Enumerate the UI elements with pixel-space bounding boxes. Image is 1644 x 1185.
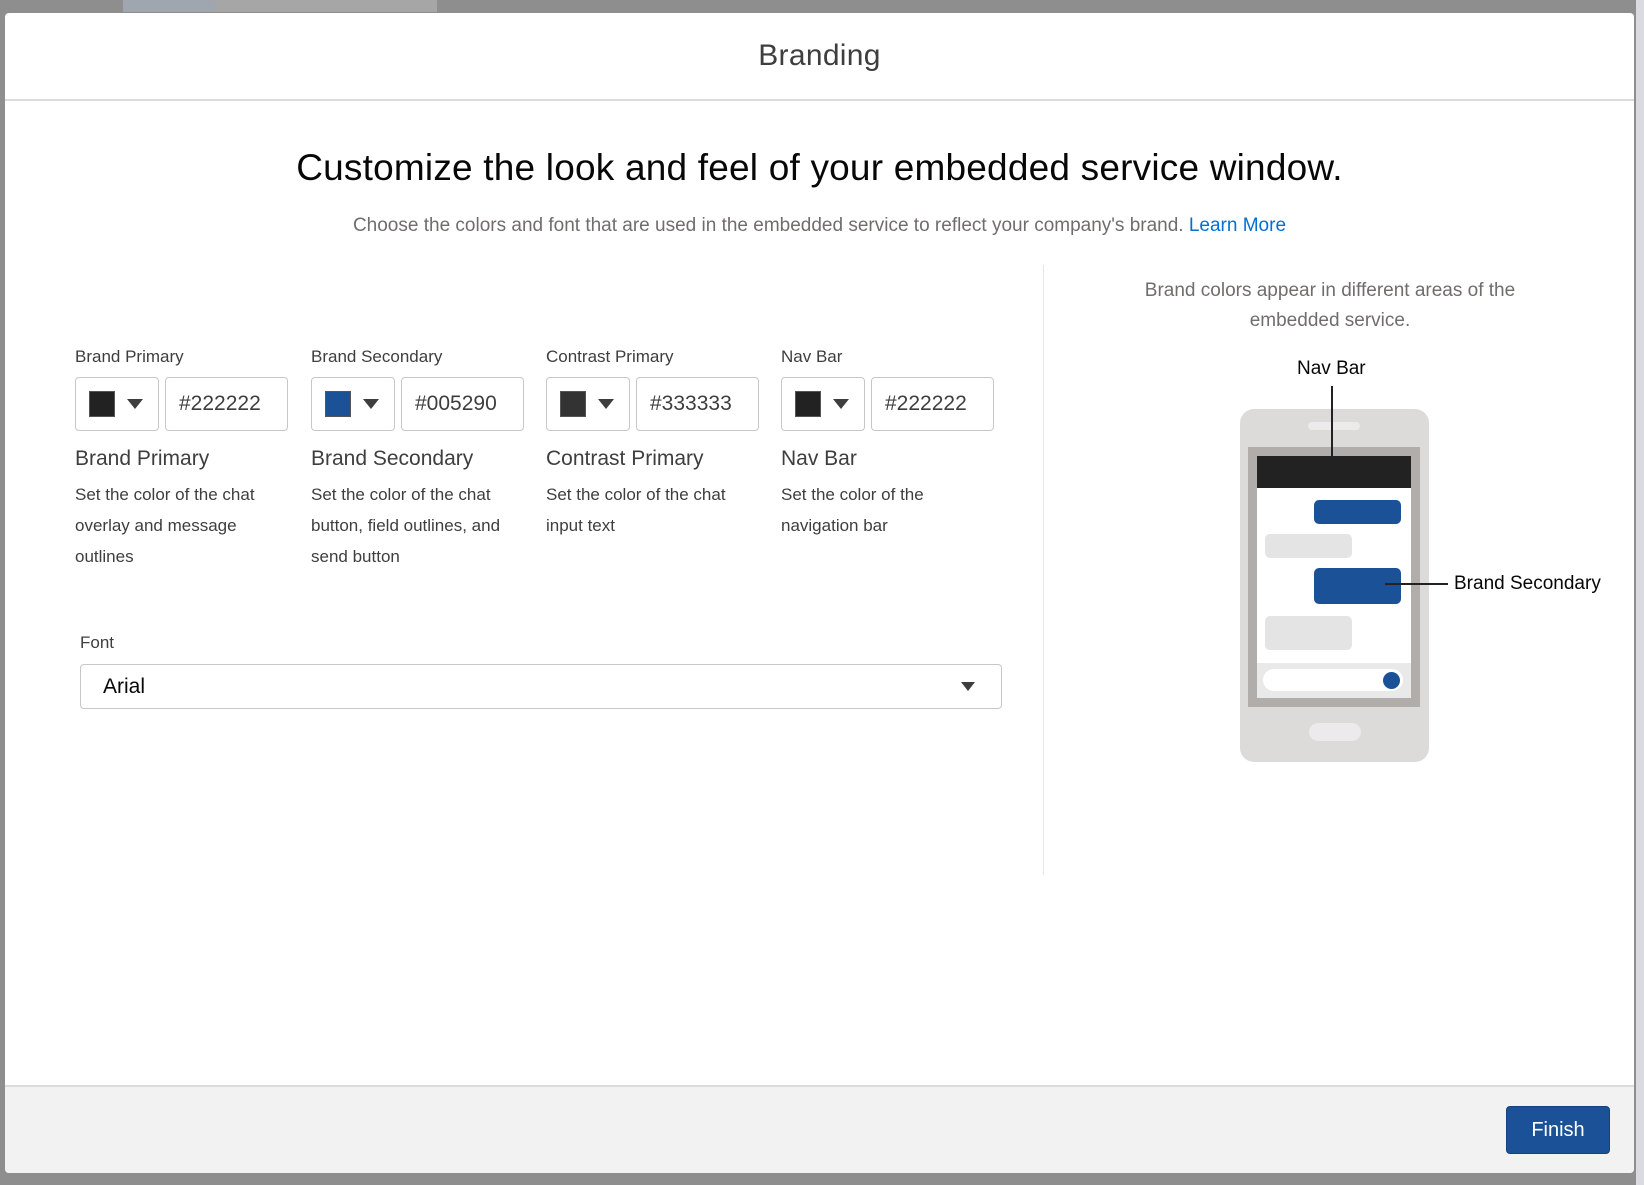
brand-primary-color-picker-button[interactable] (75, 377, 159, 431)
brand-primary-hex-input[interactable] (165, 377, 288, 431)
callout-line-brand-secondary (1385, 583, 1448, 585)
contrast-primary-label: Contrast Primary (546, 347, 674, 366)
font-select-value: Arial (103, 674, 146, 698)
nav-bar-description: Set the color of the navigation bar (781, 485, 924, 535)
preview-incoming-bubble (1265, 616, 1352, 650)
color-group-brand-secondary: Brand Secondary Brand Secondary Set the … (311, 347, 526, 572)
finish-button[interactable]: Finish (1506, 1106, 1610, 1154)
background-tab (215, 0, 437, 12)
page-subline: Choose the colors and font that are used… (5, 215, 1634, 237)
brand-secondary-label: Brand Secondary (311, 347, 443, 366)
chevron-down-icon (598, 399, 614, 409)
brand-primary-description: Set the color of the chat overlay and me… (75, 485, 255, 566)
brand-secondary-title: Brand Secondary (311, 447, 474, 470)
nav-bar-label: Nav Bar (781, 347, 843, 366)
contrast-primary-hex-input[interactable] (636, 377, 759, 431)
nav-bar-swatch (795, 391, 821, 417)
preview-outgoing-bubble (1314, 500, 1401, 524)
modal-footer: Finish (5, 1085, 1634, 1173)
contrast-primary-title: Contrast Primary (546, 447, 704, 470)
color-group-contrast-primary: Contrast Primary Contrast Primary Set th… (546, 347, 761, 541)
preview-caption: Brand colors appear in different areas o… (1144, 280, 1516, 331)
phone-preview-illustration (1240, 409, 1429, 762)
preview-nav-bar (1257, 456, 1411, 488)
color-group-brand-primary: Brand Primary Brand Primary Set the colo… (75, 347, 290, 572)
branding-modal: Branding Customize the look and feel of … (5, 13, 1634, 1173)
background-sidebar (1636, 0, 1644, 1185)
contrast-primary-swatch (560, 391, 586, 417)
callout-nav-bar: Nav Bar (1297, 358, 1366, 379)
font-select[interactable]: Arial (80, 664, 1002, 709)
brand-secondary-hex-input[interactable] (401, 377, 524, 431)
modal-title: Branding (758, 39, 881, 72)
phone-screen-frame (1248, 447, 1420, 707)
preview-incoming-bubble (1265, 534, 1352, 558)
brand-primary-label: Brand Primary (75, 347, 184, 366)
page-headline: Customize the look and feel of your embe… (296, 147, 1343, 188)
learn-more-link[interactable]: Learn More (1189, 215, 1286, 236)
font-label: Font (80, 633, 115, 652)
brand-primary-swatch (89, 391, 115, 417)
nav-bar-color-picker-button[interactable] (781, 377, 865, 431)
chevron-down-icon (833, 399, 849, 409)
chevron-down-icon (961, 682, 975, 691)
section-divider (1043, 265, 1044, 875)
nav-bar-hex-input[interactable] (871, 377, 994, 431)
brand-secondary-description: Set the color of the chat button, field … (311, 485, 501, 566)
chevron-down-icon (127, 399, 143, 409)
preview-input-field (1263, 669, 1403, 691)
chevron-down-icon (363, 399, 379, 409)
modal-header: Branding (5, 13, 1634, 101)
contrast-primary-description: Set the color of the chat input text (546, 485, 726, 535)
contrast-primary-color-picker-button[interactable] (546, 377, 630, 431)
phone-screen (1257, 456, 1411, 698)
nav-bar-title: Nav Bar (781, 447, 857, 470)
background-tab (123, 0, 215, 12)
preview-outgoing-bubble (1314, 568, 1401, 604)
brand-secondary-color-picker-button[interactable] (311, 377, 395, 431)
preview-input-bar (1257, 663, 1411, 698)
phone-home-button (1309, 723, 1361, 741)
phone-speaker (1308, 422, 1360, 430)
brand-primary-title: Brand Primary (75, 447, 210, 470)
subline-text: Choose the colors and font that are used… (352, 215, 1184, 236)
color-group-nav-bar: Nav Bar Nav Bar Set the color of the nav… (781, 347, 996, 541)
brand-secondary-swatch (325, 391, 351, 417)
callout-line-nav-bar (1331, 386, 1333, 474)
callout-brand-secondary: Brand Secondary (1454, 573, 1601, 594)
preview-send-button (1383, 672, 1400, 689)
